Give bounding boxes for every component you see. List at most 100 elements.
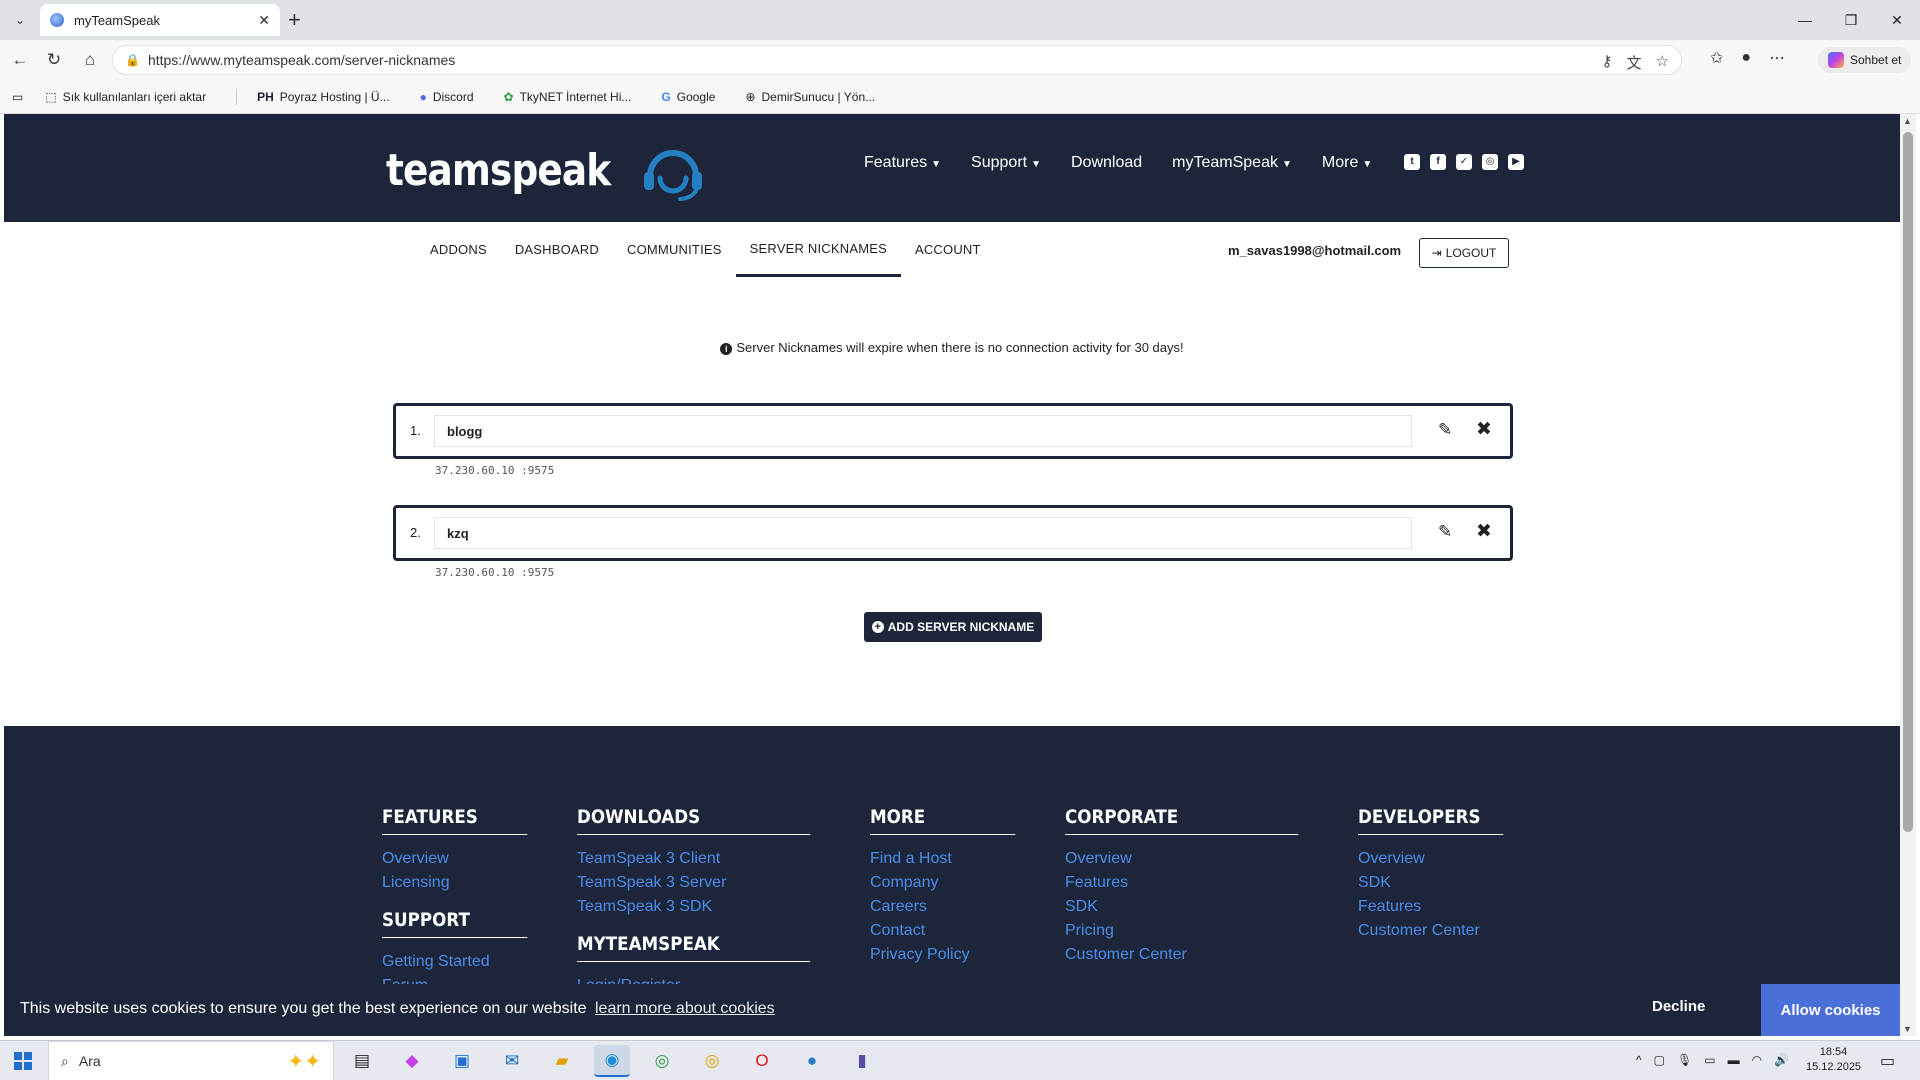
taskbar-clock[interactable]: 18:54 15.12.2025 bbox=[1806, 1045, 1861, 1075]
nav-more[interactable]: More ▼ bbox=[1322, 154, 1372, 172]
scrollbar-thumb[interactable] bbox=[1903, 132, 1913, 832]
tab-close-icon[interactable]: ✕ bbox=[258, 12, 270, 29]
translate-icon[interactable]: 文 bbox=[1627, 52, 1642, 73]
profile-avatar-icon[interactable]: ● bbox=[1741, 49, 1751, 67]
footer-link[interactable]: TeamSpeak 3 Server bbox=[577, 871, 842, 895]
bookmark-item[interactable]: G Google bbox=[661, 90, 715, 104]
nav-download[interactable]: Download bbox=[1071, 154, 1142, 172]
notification-icon[interactable]: ▭ bbox=[1880, 1051, 1895, 1071]
refresh-icon[interactable]: ↻ bbox=[42, 48, 66, 72]
back-arrow-icon[interactable]: ← bbox=[8, 48, 32, 72]
bookmark-item[interactable]: PH Poyraz Hosting | Ü... bbox=[257, 90, 390, 104]
new-tab-plus-icon[interactable]: + bbox=[288, 8, 301, 32]
nav-features[interactable]: Features ▼ bbox=[864, 154, 941, 172]
tab-list-chevron-icon[interactable]: ⌄ bbox=[8, 8, 32, 32]
copilot-button[interactable]: Sohbet et bbox=[1818, 47, 1912, 73]
footer-link[interactable]: Company bbox=[870, 871, 1035, 895]
chrome-icon[interactable]: ◎ bbox=[644, 1045, 680, 1077]
opera-icon[interactable]: O bbox=[744, 1045, 780, 1077]
chrome-alt-icon[interactable]: ◎ bbox=[694, 1045, 730, 1077]
bookmark-item[interactable]: ⊕ DemirSunucu | Yön... bbox=[745, 90, 875, 104]
instagram-icon[interactable]: ◎ bbox=[1482, 154, 1498, 170]
pencil-edit-icon[interactable]: ✎ bbox=[1438, 420, 1452, 440]
caret-down-icon: ▼ bbox=[1281, 159, 1292, 170]
sidebar-toggle-icon[interactable]: ▭ bbox=[12, 90, 23, 104]
decline-cookies-button[interactable]: Decline bbox=[1652, 998, 1705, 1015]
footer-link[interactable]: Overview bbox=[382, 847, 547, 871]
copilot-app-icon[interactable]: ◆ bbox=[394, 1045, 430, 1077]
window-close-icon[interactable]: ✕ bbox=[1874, 0, 1920, 40]
footer-link[interactable]: Customer Center bbox=[1358, 919, 1523, 943]
bookmark-item[interactable]: ✿ TkyNET İnternet Hi... bbox=[504, 90, 632, 104]
nickname-field[interactable]: kzq bbox=[434, 517, 1412, 549]
minimize-icon[interactable]: — bbox=[1782, 0, 1828, 40]
teamspeak-logo[interactable]: teamspeak bbox=[386, 138, 706, 202]
home-icon[interactable]: ⌂ bbox=[78, 48, 102, 72]
subnav-communities[interactable]: COMMUNITIES bbox=[613, 222, 736, 276]
footer-link[interactable]: Getting Started bbox=[382, 950, 547, 974]
twitter-icon[interactable]: ✓ bbox=[1456, 154, 1472, 170]
url-field[interactable]: 🔒 https://www.myteamspeak.com/server-nic… bbox=[112, 45, 1682, 75]
footer-link[interactable]: Licensing bbox=[382, 871, 547, 895]
footer-link[interactable]: Features bbox=[1065, 871, 1330, 895]
subnav-addons[interactable]: ADDONS bbox=[416, 222, 501, 276]
allow-cookies-button[interactable]: Allow cookies bbox=[1761, 984, 1900, 1036]
nickname-field[interactable]: blogg bbox=[434, 415, 1412, 447]
store-icon[interactable]: ▣ bbox=[444, 1045, 480, 1077]
nav-myteamspeak[interactable]: myTeamSpeak ▼ bbox=[1172, 154, 1292, 172]
key-icon[interactable]: ⚷ bbox=[1602, 52, 1613, 73]
learn-more-cookies-link[interactable]: learn more about cookies bbox=[595, 1000, 775, 1017]
footer-link[interactable]: Pricing bbox=[1065, 919, 1330, 943]
edge-browser-icon[interactable]: ◉ bbox=[594, 1045, 630, 1077]
more-menu-icon[interactable]: ⋯ bbox=[1769, 48, 1785, 68]
device-icon[interactable]: ▢ bbox=[1654, 1053, 1665, 1067]
subnav-account[interactable]: ACCOUNT bbox=[901, 222, 995, 276]
teamspeak-app-icon[interactable]: ● bbox=[794, 1045, 830, 1077]
footer-link[interactable]: SDK bbox=[1358, 871, 1523, 895]
file-explorer-icon[interactable]: ▰ bbox=[544, 1045, 580, 1077]
volume-icon[interactable]: 🔊 bbox=[1774, 1053, 1789, 1067]
footer-link[interactable]: Overview bbox=[1358, 847, 1523, 871]
footer-link[interactable]: Careers bbox=[870, 895, 1035, 919]
outlook-icon[interactable]: ✉ bbox=[494, 1045, 530, 1077]
footer-link[interactable]: Contact bbox=[870, 919, 1035, 943]
monitor-icon[interactable]: ▭ bbox=[1704, 1053, 1715, 1067]
footer-link[interactable]: Find a Host bbox=[870, 847, 1035, 871]
chevron-up-icon[interactable]: ^ bbox=[1636, 1053, 1642, 1067]
twitch-icon[interactable]: t bbox=[1404, 154, 1420, 170]
favorites-icon[interactable]: ✩ bbox=[1710, 48, 1723, 68]
youtube-icon[interactable]: ▶ bbox=[1508, 154, 1524, 170]
browser-tab-active[interactable]: myTeamSpeak ✕ bbox=[40, 4, 280, 36]
facebook-icon[interactable]: f bbox=[1430, 154, 1446, 170]
windows-start-icon[interactable] bbox=[14, 1052, 32, 1070]
footer-link[interactable]: Overview bbox=[1065, 847, 1330, 871]
logout-button[interactable]: ⇥ LOGOUT bbox=[1419, 238, 1509, 268]
subnav-server-nicknames[interactable]: SERVER NICKNAMES bbox=[735, 222, 901, 277]
add-server-nickname-button[interactable]: + ADD SERVER NICKNAME bbox=[864, 612, 1042, 642]
star-icon[interactable]: ☆ bbox=[1656, 52, 1669, 73]
bookmark-item[interactable]: ⬚ Sık kullanılanları içeri aktar bbox=[45, 90, 206, 104]
bookmarks-divider bbox=[236, 88, 238, 105]
bookmark-item[interactable]: ● Discord bbox=[420, 90, 474, 104]
footer-link[interactable]: Customer Center bbox=[1065, 943, 1330, 967]
microphone-icon[interactable]: 🎙 bbox=[1677, 1053, 1692, 1067]
scroll-up-arrow-icon[interactable]: ▲ bbox=[1903, 116, 1912, 126]
footer-link[interactable]: Privacy Policy bbox=[870, 943, 1035, 967]
footer-link[interactable]: Features bbox=[1358, 895, 1523, 919]
battery-icon[interactable]: ▬ bbox=[1728, 1053, 1740, 1067]
taskbar-search[interactable]: ⌕ Ara ✦✦ bbox=[48, 1041, 334, 1080]
app-tower-icon[interactable]: ▮ bbox=[844, 1045, 880, 1077]
pencil-edit-icon[interactable]: ✎ bbox=[1438, 522, 1452, 542]
subnav-dashboard[interactable]: DASHBOARD bbox=[501, 222, 613, 276]
page-scrollbar[interactable]: ▲ ▼ bbox=[1900, 114, 1916, 1036]
footer-link[interactable]: SDK bbox=[1065, 895, 1330, 919]
delete-x-icon[interactable]: ✖ bbox=[1476, 418, 1492, 441]
wifi-icon[interactable]: ◠ bbox=[1752, 1053, 1762, 1067]
nav-support[interactable]: Support ▼ bbox=[971, 154, 1041, 172]
task-view-icon[interactable]: ▤ bbox=[344, 1045, 380, 1077]
footer-link[interactable]: TeamSpeak 3 Client bbox=[577, 847, 842, 871]
footer-link[interactable]: TeamSpeak 3 SDK bbox=[577, 895, 842, 919]
scroll-down-arrow-icon[interactable]: ▼ bbox=[1903, 1024, 1912, 1034]
restore-icon[interactable]: ❐ bbox=[1828, 0, 1874, 40]
delete-x-icon[interactable]: ✖ bbox=[1476, 520, 1492, 543]
